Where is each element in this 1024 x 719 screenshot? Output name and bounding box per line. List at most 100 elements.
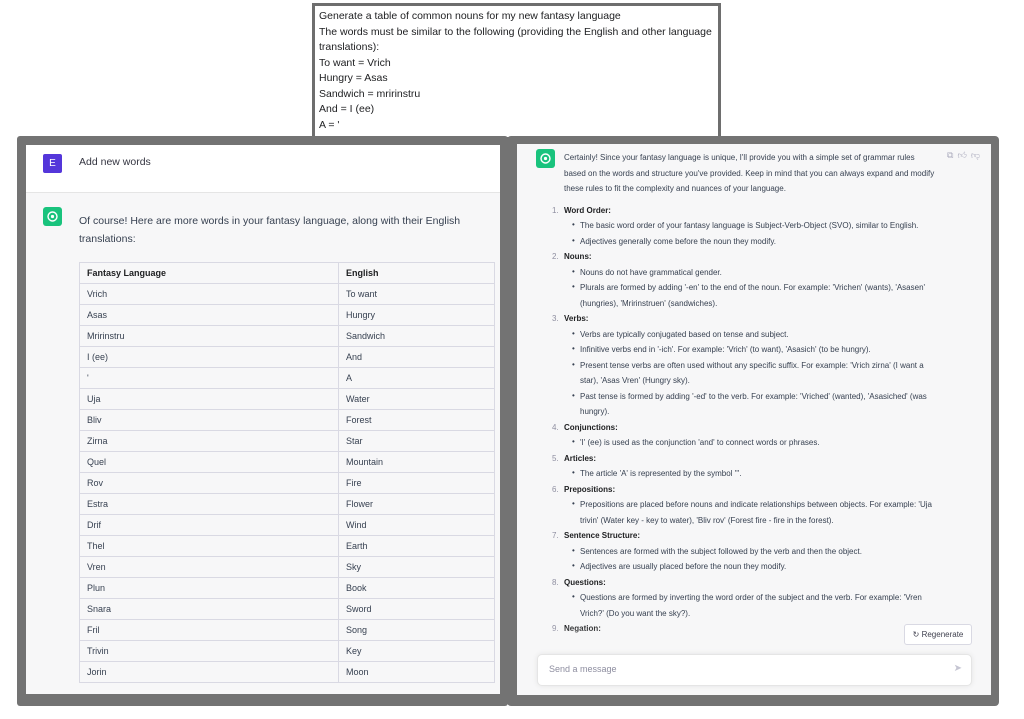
table-row: Mririnstru Sandwich bbox=[79, 325, 495, 347]
table-row: Estra Flower bbox=[79, 493, 495, 515]
prompt-line: Sandwich = mririnstru bbox=[319, 87, 421, 100]
column-header-fantasy: Fantasy Language bbox=[79, 262, 339, 284]
message-actions: ⧉👍︎👎︎ bbox=[947, 150, 984, 161]
user-message-text: Add new words bbox=[79, 156, 151, 168]
rule-bullets: 'I' (ee) is used as the conjunction 'and… bbox=[564, 434, 938, 451]
table-header-row: Fantasy Language English bbox=[79, 262, 495, 284]
fantasy-word-cell: Estra bbox=[79, 493, 339, 515]
rule-bullet: Present tense verbs are often used witho… bbox=[572, 357, 938, 389]
rule-bullet: Adjectives are usually placed before the… bbox=[572, 558, 938, 575]
rule-number: 2. bbox=[552, 252, 559, 261]
rule-title: Nouns: bbox=[564, 252, 592, 261]
english-word-cell: Moon bbox=[338, 661, 495, 683]
column-header-english: English bbox=[338, 262, 495, 284]
prompt-line: translations): bbox=[319, 41, 380, 53]
english-word-cell: Song bbox=[338, 619, 495, 641]
table-row: Vrich To want bbox=[79, 283, 495, 305]
english-word-cell: Book bbox=[338, 577, 495, 599]
table-body: Vrich To want Asas Hungry Mririnstru Sandwich… bbox=[79, 283, 495, 683]
table-row: Drif Wind bbox=[79, 514, 495, 536]
rule-bullet: Sentences are formed with the subject fo… bbox=[572, 543, 938, 560]
fantasy-word-cell: Vren bbox=[79, 556, 339, 578]
english-word-cell: Earth bbox=[338, 535, 495, 557]
english-word-cell: Sword bbox=[338, 598, 495, 620]
english-word-cell: Water bbox=[338, 388, 495, 410]
fantasy-word-cell: Jorin bbox=[79, 661, 339, 683]
rule-item: 4. Conjunctions: 'I' (ee) is used as the c… bbox=[552, 420, 938, 451]
rule-number: 5. bbox=[552, 453, 559, 463]
rule-item: 5. Articles: The article 'A' is represente… bbox=[552, 451, 938, 482]
rule-number: 7. bbox=[552, 531, 559, 540]
prompt-line: Generate a table of common nouns for my … bbox=[319, 10, 621, 22]
fantasy-word-cell: Snara bbox=[79, 598, 339, 620]
english-word-cell: Sandwich bbox=[338, 325, 495, 347]
rule-title: Prepositions: bbox=[564, 484, 616, 494]
rule-bullets: Prepositions are placed before nouns and… bbox=[564, 496, 938, 528]
fantasy-word-cell: Uja bbox=[79, 388, 339, 410]
rule-title: Word Order: bbox=[564, 205, 611, 215]
table-row: Snara Sword bbox=[79, 598, 495, 620]
assistant-intro-text: Of course! Here are more words in your f… bbox=[79, 215, 461, 245]
prompt-line: Hungry = Asas bbox=[319, 72, 388, 84]
rule-bullet: Past tense is formed by adding '-ed' to … bbox=[572, 388, 938, 420]
table-row: ' A bbox=[79, 367, 495, 389]
table-row: Thel Earth bbox=[79, 535, 495, 557]
prompt-line: The words must be similar to the followi… bbox=[319, 25, 712, 38]
table-row: Uja Water bbox=[79, 388, 495, 410]
rule-title: Conjunctions: bbox=[564, 422, 618, 432]
fantasy-word-cell: Plun bbox=[79, 577, 339, 599]
fantasy-word-cell: Quel bbox=[79, 451, 339, 473]
rule-bullet: Plurals are formed by adding '-en' to th… bbox=[572, 279, 938, 311]
regenerate-button[interactable]: ↻ Regenerate bbox=[904, 624, 972, 645]
rule-item: 8. Questions: Questions are formed by inve… bbox=[552, 575, 938, 622]
rule-number: 3. bbox=[552, 314, 559, 323]
rule-bullets: Sentences are formed with the subject fo… bbox=[564, 543, 938, 575]
rule-title: Verbs: bbox=[564, 314, 589, 323]
rule-item: 2. Nouns: Nouns do not have grammatical ge… bbox=[552, 249, 938, 311]
english-word-cell: Sky bbox=[338, 556, 495, 578]
vocabulary-table: Fantasy Language English Vrich To want Asa… bbox=[79, 262, 495, 683]
thumbs-down-icon[interactable]: 👎︎ bbox=[971, 150, 984, 160]
user-avatar: E bbox=[43, 154, 62, 173]
rule-title: Questions: bbox=[564, 577, 606, 587]
paper-plane-icon[interactable]: ➤ bbox=[954, 663, 962, 674]
table-row: I (ee) And bbox=[79, 346, 495, 368]
rule-bullet: Nouns do not have grammatical gender. bbox=[572, 264, 938, 281]
table-row: Trivin Key bbox=[79, 640, 495, 662]
chatgpt-logo-icon bbox=[43, 207, 62, 226]
left-chat-panel: E Add new words Of course! Here are more… bbox=[26, 145, 500, 694]
copy-icon[interactable]: ⧉ bbox=[947, 150, 957, 160]
table-row: Zirna Star bbox=[79, 430, 495, 452]
english-word-cell: Mountain bbox=[338, 451, 495, 473]
grammar-intro-text: Certainly! Since your fantasy language i… bbox=[564, 153, 935, 193]
message-composer: ➤ bbox=[537, 654, 972, 686]
rule-bullet: Verbs are typically conjugated based on … bbox=[572, 326, 938, 343]
rule-bullets: Questions are formed by inverting the wo… bbox=[564, 589, 938, 621]
table-row: Rov Fire bbox=[79, 472, 495, 494]
rule-bullets: The article 'A' is represented by the sy… bbox=[564, 465, 938, 482]
rule-bullet: Adjectives generally come before the nou… bbox=[572, 233, 938, 250]
user-message-row: E Add new words bbox=[26, 145, 500, 193]
english-word-cell: Hungry bbox=[338, 304, 495, 326]
table-row: Bliv Forest bbox=[79, 409, 495, 431]
message-input[interactable] bbox=[547, 663, 941, 675]
rule-bullet: Infinitive verbs end in '-ich'. For exam… bbox=[572, 341, 938, 358]
rule-number: 1. bbox=[552, 205, 559, 215]
english-word-cell: Fire bbox=[338, 472, 495, 494]
fantasy-word-cell: Drif bbox=[79, 514, 339, 536]
prompt-line: And = I (ee) bbox=[319, 103, 375, 115]
rule-item: 7. Sentence Structure: Sentences are forme… bbox=[552, 528, 938, 575]
fantasy-word-cell: ' bbox=[79, 367, 339, 389]
assistant-message-row: Of course! Here are more words in your f… bbox=[26, 193, 500, 694]
rule-bullets: Verbs are typically conjugated based on … bbox=[564, 326, 938, 420]
rule-number: 4. bbox=[552, 422, 559, 432]
table-row: Vren Sky bbox=[79, 556, 495, 578]
rule-number: 8. bbox=[552, 577, 559, 587]
fantasy-word-cell: Trivin bbox=[79, 640, 339, 662]
english-word-cell: Forest bbox=[338, 409, 495, 431]
thumbs-up-icon[interactable]: 👍︎ bbox=[957, 150, 970, 160]
english-word-cell: Key bbox=[338, 640, 495, 662]
rule-bullet: Questions are formed by inverting the wo… bbox=[572, 589, 938, 621]
rule-title: Articles: bbox=[564, 453, 597, 463]
fantasy-word-cell: Fril bbox=[79, 619, 339, 641]
